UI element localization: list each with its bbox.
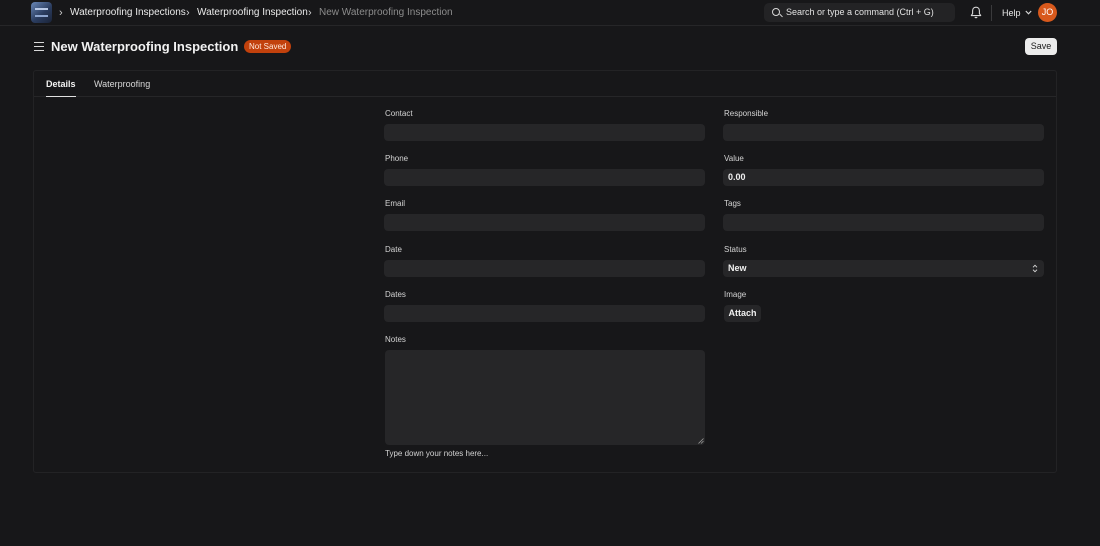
chevron-right-icon: ›	[186, 7, 190, 19]
resize-handle-icon[interactable]	[698, 438, 704, 444]
status-select[interactable]: New	[723, 260, 1044, 277]
responsible-label: Responsible	[724, 109, 769, 118]
tab-bar: Details Waterproofing	[34, 71, 1056, 97]
notes-label: Notes	[385, 335, 406, 344]
date-label: Date	[385, 245, 402, 254]
search-placeholder: Search or type a command (Ctrl + G)	[786, 7, 934, 17]
phone-input[interactable]	[384, 169, 705, 186]
tab-details[interactable]: Details	[46, 78, 76, 97]
breadcrumb-current: New Waterproofing Inspection	[319, 7, 453, 18]
chevron-right-icon: ›	[59, 7, 63, 19]
contact-input[interactable]	[384, 124, 705, 141]
breadcrumb-waterproofing-inspections[interactable]: Waterproofing Inspections	[70, 6, 186, 20]
dates-input[interactable]	[384, 305, 705, 322]
save-button[interactable]: Save	[1025, 38, 1057, 55]
date-input[interactable]	[384, 260, 705, 277]
help-menu[interactable]: Help	[1002, 6, 1032, 20]
page-title: New Waterproofing Inspection	[51, 39, 239, 54]
navbar: › Waterproofing Inspections › Waterproof…	[0, 0, 1100, 26]
breadcrumb-waterproofing-inspection[interactable]: Waterproofing Inspection	[197, 6, 308, 20]
image-label: Image	[724, 290, 747, 299]
notes-help-text: Type down your notes here...	[385, 449, 489, 458]
chevron-right-icon: ›	[308, 7, 312, 19]
responsible-input[interactable]	[723, 124, 1044, 141]
phone-label: Phone	[385, 154, 409, 163]
nav-divider	[991, 5, 992, 21]
contact-label: Contact	[385, 109, 413, 118]
tags-input[interactable]	[723, 214, 1044, 231]
attach-button[interactable]: Attach	[724, 305, 761, 322]
notes-textarea[interactable]	[385, 350, 705, 445]
hamburger-icon[interactable]	[34, 42, 44, 51]
search-icon	[772, 8, 780, 16]
email-input[interactable]	[384, 214, 705, 231]
help-label: Help	[1002, 8, 1021, 18]
chevron-down-icon	[1025, 10, 1032, 15]
status-label: Status	[724, 245, 747, 254]
avatar[interactable]: JO	[1038, 3, 1057, 22]
bell-icon[interactable]	[970, 6, 982, 19]
email-label: Email	[385, 199, 406, 208]
app-logo[interactable]	[31, 2, 52, 23]
select-arrows-icon	[1032, 264, 1038, 273]
value-label: Value	[724, 154, 744, 163]
search-input[interactable]: Search or type a command (Ctrl + G)	[764, 3, 955, 22]
value-input[interactable]: 0.00	[723, 169, 1044, 186]
tags-label: Tags	[724, 199, 741, 208]
tab-waterproofing[interactable]: Waterproofing	[94, 78, 150, 90]
status-badge: Not Saved	[244, 40, 292, 53]
status-value: New	[728, 263, 747, 273]
dates-label: Dates	[385, 290, 406, 299]
